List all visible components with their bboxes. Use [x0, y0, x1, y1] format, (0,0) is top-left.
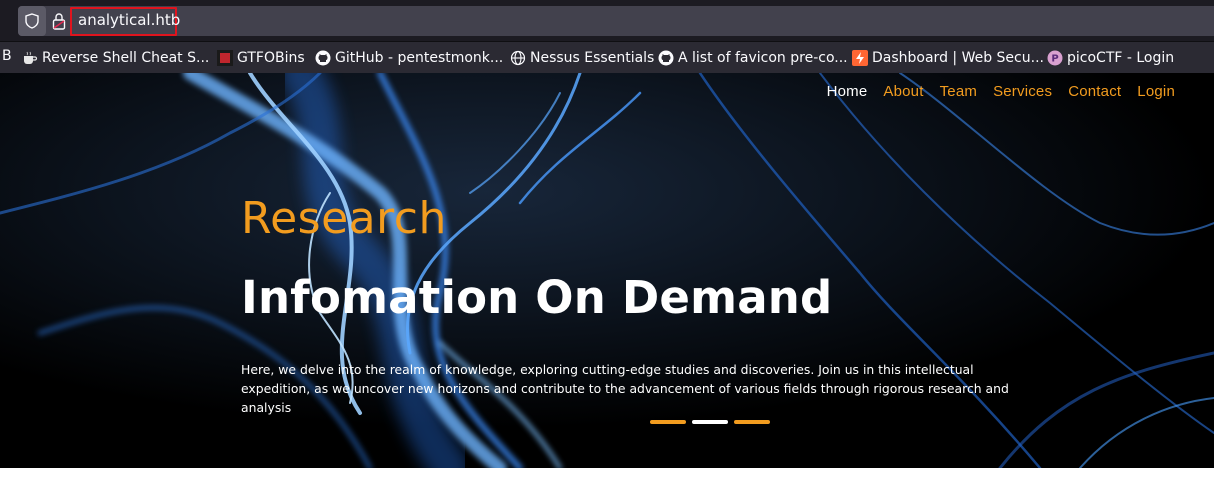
picoctf-icon: P	[1047, 50, 1063, 66]
bookmark-nessus[interactable]: Nessus Essentials	[510, 42, 654, 73]
bookmark-github-pentestmonkey[interactable]: GitHub - pentestmonk...	[315, 42, 503, 73]
bookmark-favicon-list[interactable]: A list of favicon pre-co...	[658, 42, 848, 73]
bookmark-label: picoCTF - Login	[1067, 49, 1175, 66]
gtfobins-icon	[217, 49, 233, 66]
svg-text:P: P	[1051, 53, 1058, 64]
tracking-protection-button[interactable]	[18, 6, 46, 36]
bookmark-label: Reverse Shell Cheat S...	[42, 49, 210, 66]
nav-home[interactable]: Home	[827, 83, 868, 100]
bookmark-gtfobins[interactable]: GTFOBins	[217, 42, 305, 73]
carousel-indicators	[650, 420, 770, 424]
hero-description: Here, we delve into the realm of knowled…	[241, 362, 1009, 415]
nav-team[interactable]: Team	[940, 83, 977, 100]
nav-contact[interactable]: Contact	[1068, 83, 1121, 100]
nav-login[interactable]: Login	[1137, 83, 1175, 100]
carousel-indicator[interactable]	[734, 420, 770, 424]
bookmark-reverse-shell[interactable]: Reverse Shell Cheat S...	[22, 42, 209, 73]
bookmark-label: GTFOBins	[237, 49, 305, 66]
url-field[interactable]	[18, 6, 1214, 36]
lock-icon[interactable]	[52, 12, 66, 30]
bookmarks-bar: B Reverse Shell Cheat S... GTFOBins GitH…	[0, 42, 1214, 73]
bookmark-label: A list of favicon pre-co...	[678, 49, 848, 66]
url-text[interactable]: analytical.htb	[78, 11, 180, 29]
bookmark-portswigger-dashboard[interactable]: Dashboard | Web Secu...	[852, 42, 1044, 73]
nav-services[interactable]: Services	[993, 83, 1052, 100]
main-nav: Home About Team Services Contact Login	[827, 83, 1175, 100]
github-icon	[658, 50, 674, 66]
globe-icon	[510, 50, 526, 66]
portswigger-icon	[852, 49, 868, 66]
carousel-indicator[interactable]	[650, 420, 686, 424]
hero-title: Infomation On Demand	[241, 271, 833, 324]
browser-toolbar: analytical.htb	[0, 0, 1214, 42]
github-icon	[315, 50, 331, 66]
bookmark-label: Nessus Essentials	[530, 49, 655, 66]
bookmark-picoctf[interactable]: P picoCTF - Login	[1047, 42, 1174, 73]
carousel-indicator[interactable]	[692, 420, 728, 424]
hero-kicker: Research	[241, 193, 447, 244]
bookmark-label: Dashboard | Web Secu...	[872, 49, 1044, 66]
page-content-below	[0, 468, 1214, 481]
shield-icon	[25, 13, 39, 29]
coffee-cup-icon	[22, 50, 38, 66]
nav-about[interactable]: About	[883, 83, 923, 100]
bookmark-label: GitHub - pentestmonk...	[335, 49, 504, 66]
bookmark-stub[interactable]: B	[2, 48, 12, 64]
hero-section: Home About Team Services Contact Login R…	[0, 73, 1214, 468]
